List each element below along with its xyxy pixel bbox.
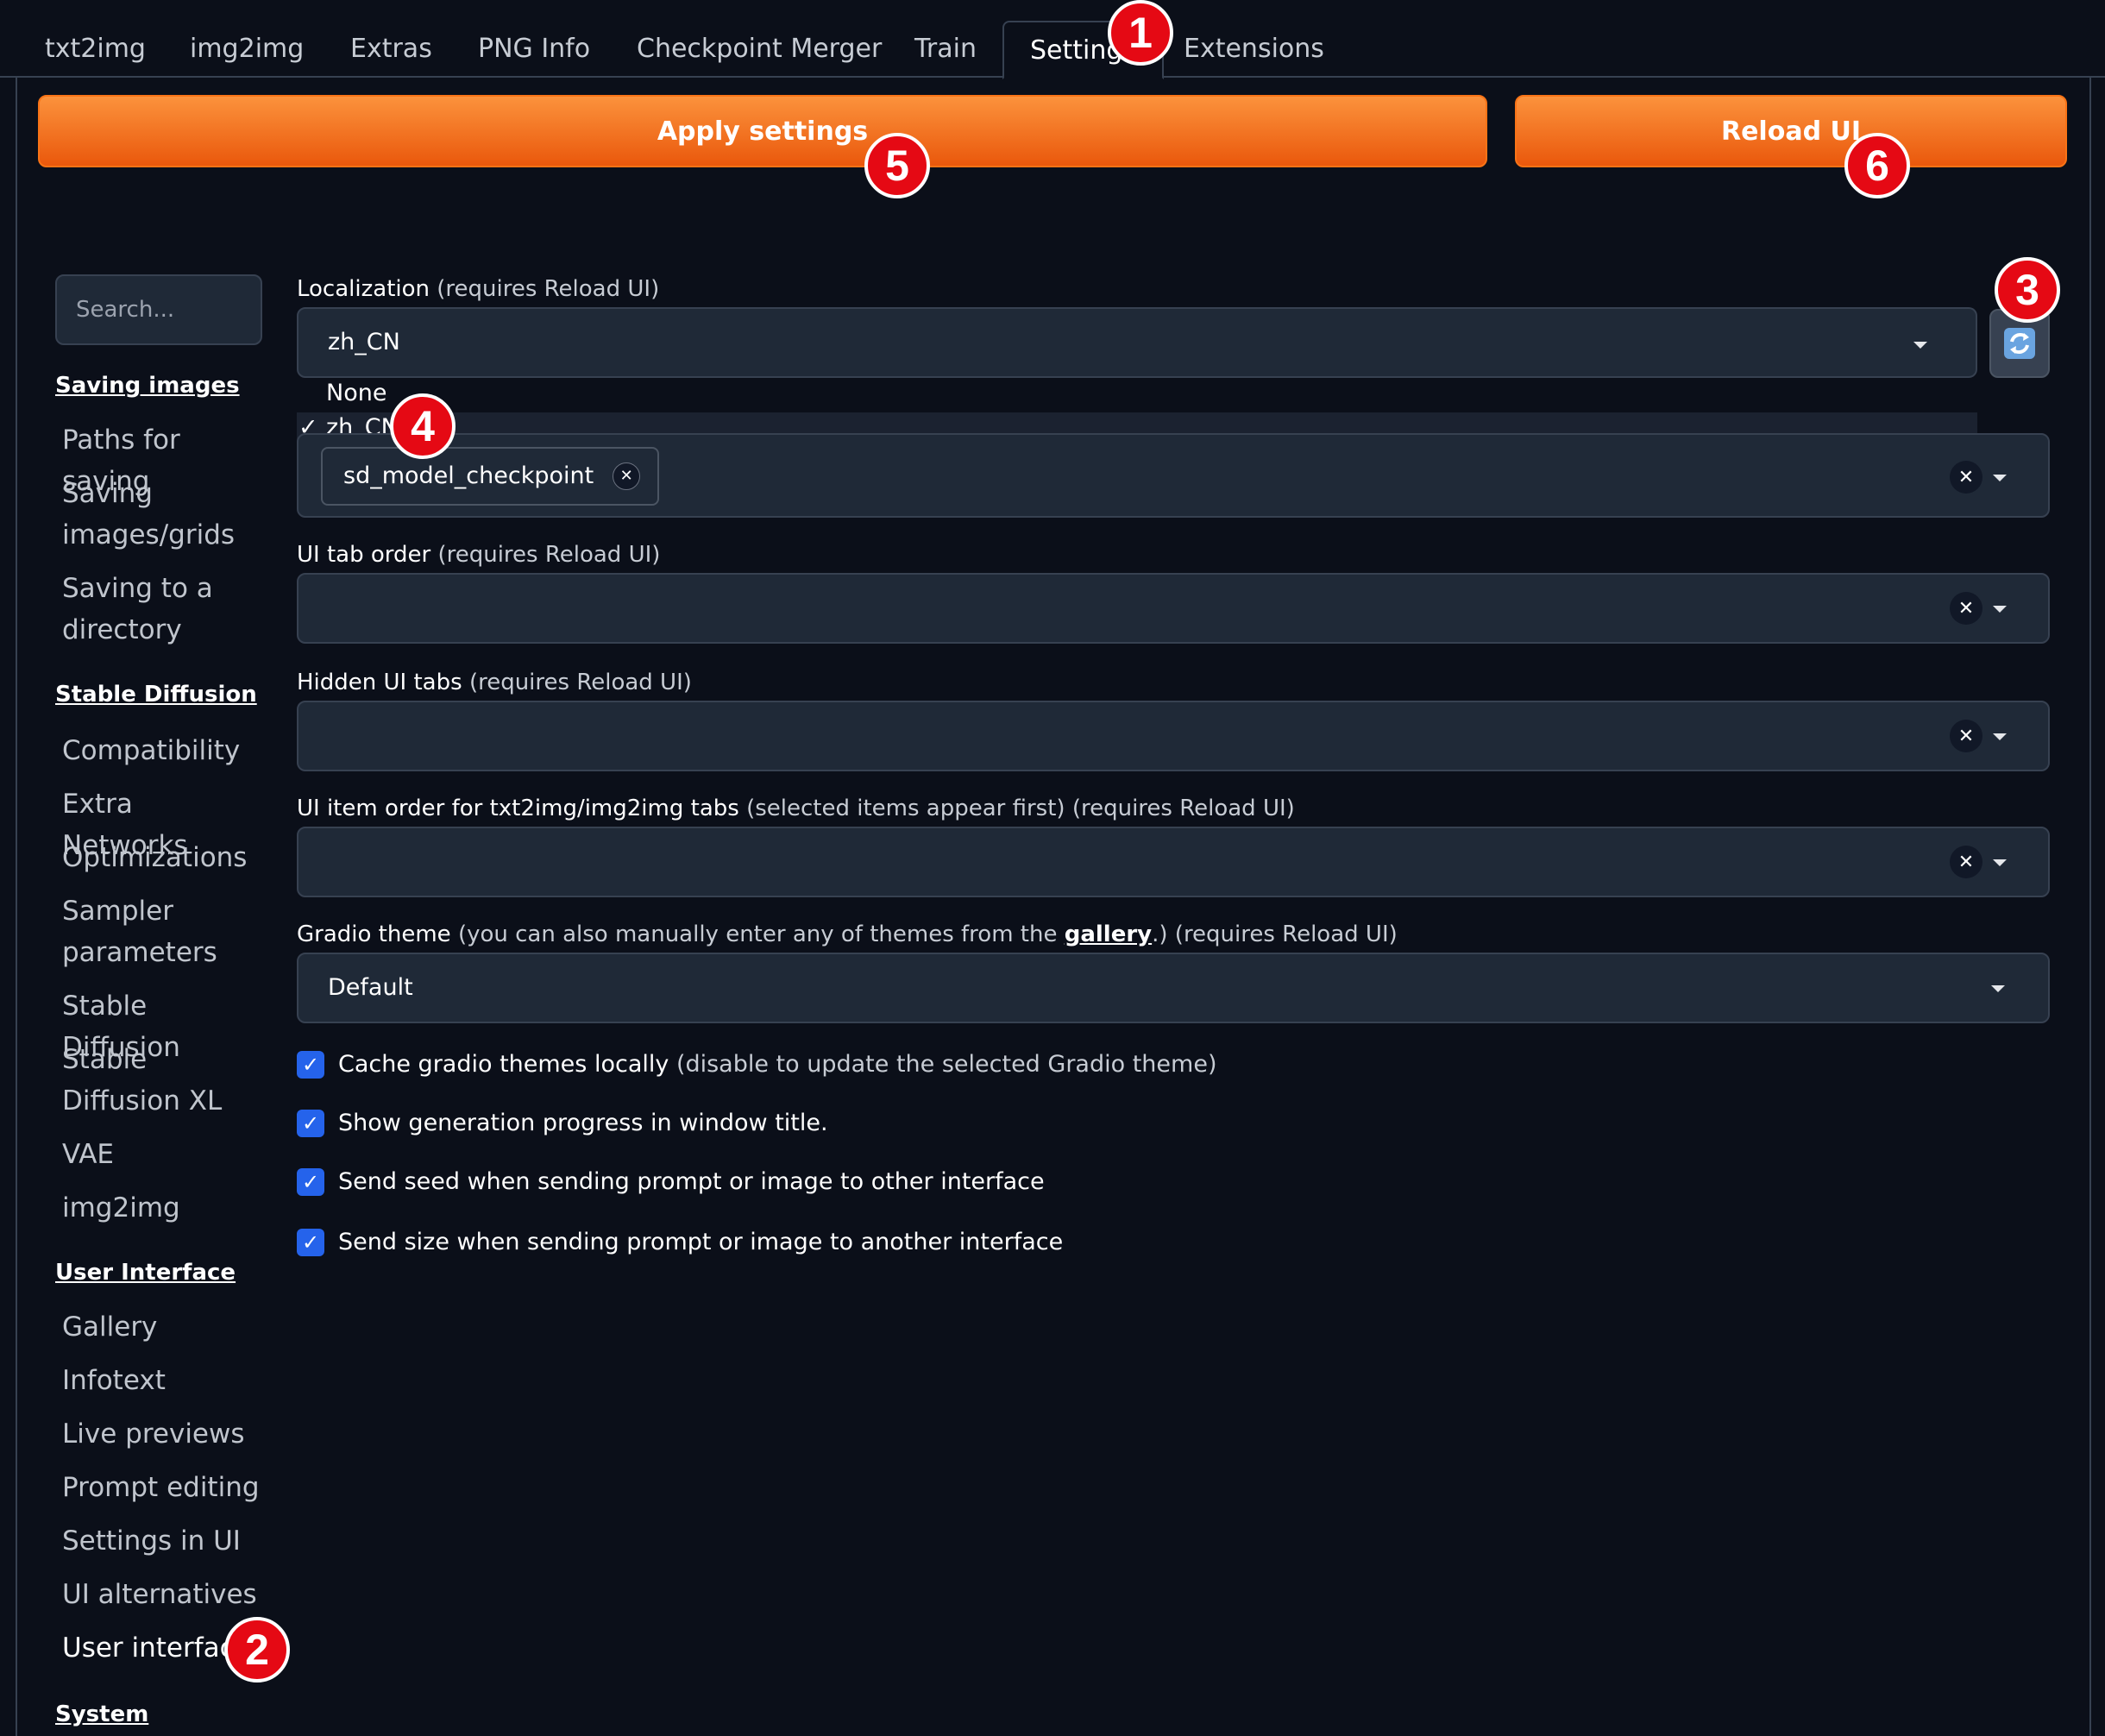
clear-icon[interactable]: ✕ xyxy=(1950,846,1982,878)
sidebar-item-optimizations[interactable]: Optimizations xyxy=(62,837,261,878)
cache-themes-label: Cache gradio themes locally (disable to … xyxy=(338,1051,1216,1078)
apply-settings-button[interactable]: Apply settings xyxy=(38,95,1487,167)
sidebar-item-vae[interactable]: VAE xyxy=(62,1134,261,1175)
localization-label: Localization (requires Reload UI) xyxy=(297,276,659,302)
clear-icon[interactable]: ✕ xyxy=(1950,461,1982,494)
chip-remove-icon[interactable]: ✕ xyxy=(613,462,641,490)
step-marker-3: 3 xyxy=(1995,257,2060,323)
sidebar-item-ui-alternatives[interactable]: UI alternatives xyxy=(62,1574,261,1615)
hidden-tabs-label-text: Hidden UI tabs xyxy=(297,670,462,695)
item-order-multiselect[interactable]: ✕ xyxy=(297,827,2050,897)
sidebar-item-compatibility[interactable]: Compatibility xyxy=(62,730,261,771)
tab-order-multiselect[interactable]: ✕ xyxy=(297,573,2050,644)
tab-checkpoint-merger[interactable]: Checkpoint Merger xyxy=(637,21,882,78)
clear-icon[interactable]: ✕ xyxy=(1950,720,1982,752)
tab-img2img[interactable]: img2img xyxy=(190,21,304,78)
sidebar-item-saving-to-directory[interactable]: Saving to a directory xyxy=(62,568,261,651)
send-size-label: Send size when sending prompt or image t… xyxy=(338,1229,1064,1255)
chevron-down-icon[interactable] xyxy=(1993,733,2007,740)
gradio-theme-note: (you can also manually enter any of them… xyxy=(457,921,1058,947)
quicksettings-multiselect[interactable]: sd_model_checkpoint ✕ ✕ xyxy=(297,433,2050,518)
tab-extras[interactable]: Extras xyxy=(350,21,432,78)
sidebar-section-system[interactable]: System xyxy=(55,1701,148,1727)
gradio-theme-value: Default xyxy=(328,974,413,1001)
step-marker-5: 5 xyxy=(864,133,930,198)
sidebar-item-live-previews[interactable]: Live previews xyxy=(62,1413,261,1455)
chevron-down-icon[interactable] xyxy=(1993,606,2007,613)
tab-png-info[interactable]: PNG Info xyxy=(478,21,590,78)
hidden-tabs-note: (requires Reload UI) xyxy=(468,670,692,695)
tab-train[interactable]: Train xyxy=(914,21,977,78)
sidebar-section-user-interface[interactable]: User Interface xyxy=(55,1260,236,1286)
sidebar-item-prompt-editing[interactable]: Prompt editing xyxy=(62,1467,261,1508)
item-order-note: (selected items appear first) (requires … xyxy=(746,796,1295,821)
sidebar-item-sampler-parameters[interactable]: Sampler parameters xyxy=(62,890,261,973)
cache-themes-note: (disable to update the selected Gradio t… xyxy=(675,1051,1217,1078)
gradio-theme-label-text: Gradio theme xyxy=(297,921,451,947)
sidebar-item-settings-in-ui[interactable]: Settings in UI xyxy=(62,1520,261,1562)
sidebar-section-saving-images[interactable]: Saving images xyxy=(55,373,240,399)
settings-search-input[interactable]: Search... xyxy=(55,274,262,345)
send-size-checkbox[interactable]: ✓ xyxy=(297,1229,324,1256)
chevron-down-icon[interactable] xyxy=(1993,859,2007,866)
chevron-down-icon[interactable] xyxy=(1991,985,2005,992)
sidebar-item-img2img[interactable]: img2img xyxy=(62,1187,261,1229)
item-order-label-text: UI item order for txt2img/img2img tabs xyxy=(297,796,739,821)
gallery-link[interactable]: gallery xyxy=(1065,921,1152,947)
sidebar-item-infotext[interactable]: Infotext xyxy=(62,1360,261,1401)
localization-note: (requires Reload UI) xyxy=(437,276,660,302)
chip-sd-model-checkpoint: sd_model_checkpoint ✕ xyxy=(321,447,660,506)
hidden-tabs-multiselect[interactable]: ✕ xyxy=(297,701,2050,771)
tab-extensions[interactable]: Extensions xyxy=(1184,21,1324,78)
progress-title-checkbox[interactable]: ✓ xyxy=(297,1110,324,1137)
tab-txt2img[interactable]: txt2img xyxy=(45,21,146,78)
refresh-icon xyxy=(2004,328,2035,359)
tab-bar: txt2img img2img Extras PNG Info Checkpoi… xyxy=(0,0,2105,79)
sidebar-item-saving-images-grids[interactable]: Saving images/grids xyxy=(62,473,261,556)
cache-themes-label-text: Cache gradio themes locally xyxy=(338,1051,669,1078)
cache-themes-checkbox[interactable]: ✓ xyxy=(297,1051,324,1079)
gradio-theme-select[interactable]: Default xyxy=(297,953,2050,1023)
step-marker-6: 6 xyxy=(1844,133,1910,198)
localization-select[interactable]: zh_CN xyxy=(297,307,1977,378)
gradio-theme-note-end: .) (requires Reload UI) xyxy=(1152,921,1398,947)
hidden-tabs-label: Hidden UI tabs (requires Reload UI) xyxy=(297,670,692,695)
localization-label-text: Localization xyxy=(297,276,430,302)
gradio-theme-label: Gradio theme (you can also manually ente… xyxy=(297,921,1398,947)
localization-value: zh_CN xyxy=(328,329,400,355)
clear-icon[interactable]: ✕ xyxy=(1950,592,1982,625)
reload-ui-button[interactable]: Reload UI xyxy=(1515,95,2067,167)
sidebar-item-stable-diffusion-xl[interactable]: Stable Diffusion XL xyxy=(62,1039,261,1122)
tab-order-label-text: UI tab order xyxy=(297,542,431,568)
step-marker-1: 1 xyxy=(1108,0,1173,66)
chevron-down-icon[interactable] xyxy=(1913,342,1927,349)
dropdown-option-none[interactable]: None xyxy=(326,380,386,406)
step-marker-2: 2 xyxy=(224,1617,290,1683)
chip-label: sd_model_checkpoint xyxy=(343,462,594,489)
progress-title-label: Show generation progress in window title… xyxy=(338,1110,828,1136)
send-seed-label: Send seed when sending prompt or image t… xyxy=(338,1168,1045,1195)
send-seed-checkbox[interactable]: ✓ xyxy=(297,1168,324,1196)
sidebar-item-gallery[interactable]: Gallery xyxy=(62,1306,261,1348)
item-order-label: UI item order for txt2img/img2img tabs (… xyxy=(297,796,1295,821)
sidebar-section-stable-diffusion[interactable]: Stable Diffusion xyxy=(55,682,257,708)
step-marker-4: 4 xyxy=(390,393,456,459)
chevron-down-icon[interactable] xyxy=(1993,475,2007,481)
tab-order-note: (requires Reload UI) xyxy=(437,542,661,568)
tab-order-label: UI tab order (requires Reload UI) xyxy=(297,542,660,568)
